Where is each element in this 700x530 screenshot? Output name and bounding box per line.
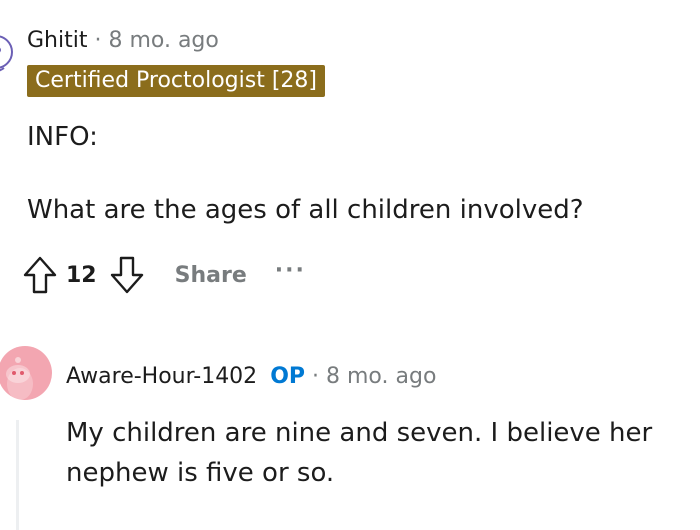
reply-timestamp[interactable]: 8 mo. ago [326,364,436,389]
reply-meta: Aware-Hour-1402 OP · 8 mo. ago [66,364,436,390]
downvote-icon[interactable] [109,255,145,295]
reply-text: My children are nine and seven. I believ… [66,418,653,488]
avatar[interactable] [0,28,16,76]
comment-author[interactable]: Ghitit [27,28,87,53]
comment-meta: Ghitit · 8 mo. ago [27,28,219,54]
meta-separator: · [94,28,102,53]
vote-count: 12 [66,262,97,288]
op-badge: OP [270,364,306,389]
reply-author[interactable]: Aware-Hour-1402 [66,364,257,389]
comment-text-line-1: INFO: [27,122,98,152]
more-options-button[interactable]: ··· [275,258,306,283]
share-button[interactable]: Share [175,263,247,288]
meta-separator: · [312,364,320,389]
comment-timestamp[interactable]: 8 mo. ago [108,28,218,53]
comment-actions: 12 Share ··· [22,253,306,297]
user-flair: Certified Proctologist [28] [27,65,326,97]
thread-line[interactable] [16,420,19,530]
upvote-icon[interactable] [22,255,58,295]
avatar[interactable] [0,346,52,400]
comment-text-line-2: What are the ages of all children involv… [27,195,584,225]
